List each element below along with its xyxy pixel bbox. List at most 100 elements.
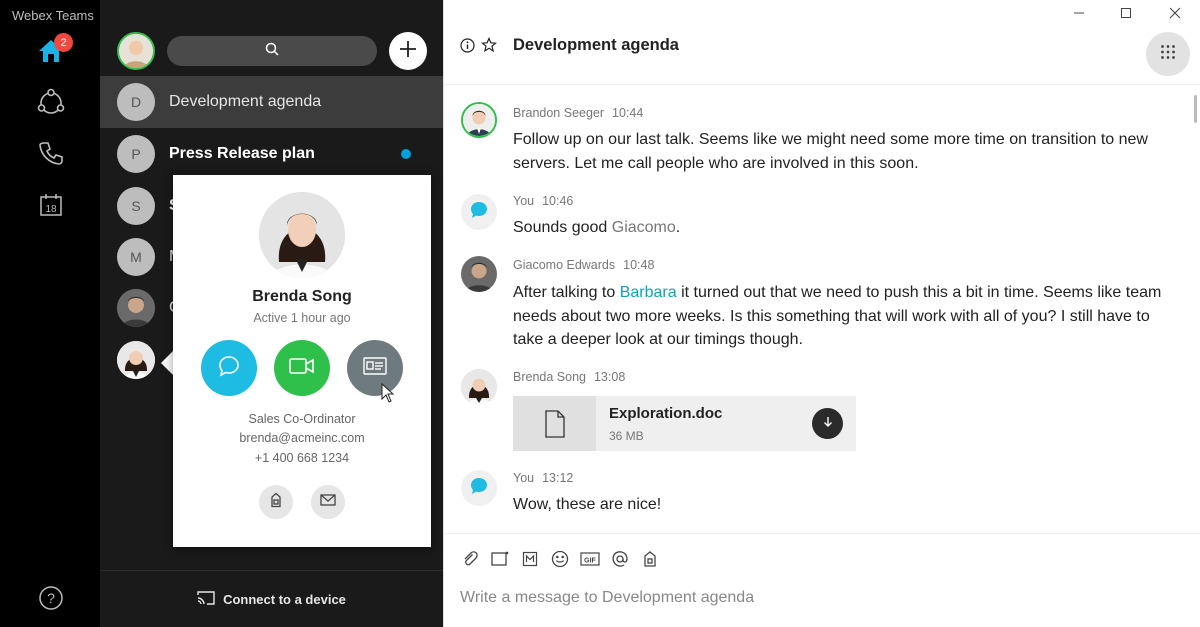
- cast-icon: [197, 590, 215, 608]
- avatar[interactable]: [461, 470, 497, 506]
- markdown-icon[interactable]: [520, 549, 540, 569]
- list-item-press-release-plan[interactable]: P Press Release plan: [100, 128, 443, 180]
- mention-link[interactable]: Giacomo: [612, 219, 676, 236]
- sender-name: You: [513, 194, 535, 208]
- contact-name: Brenda Song: [252, 288, 352, 305]
- connect-device-button[interactable]: Connect to a device: [100, 570, 443, 627]
- close-button[interactable]: [1160, 4, 1190, 26]
- message-text: After talking to Barbara it turned out t…: [513, 281, 1183, 352]
- contact-status: Active 1 hour ago: [253, 311, 351, 325]
- message-meta: Brandon Seeger 10:44: [513, 106, 643, 120]
- scrollbar[interactable]: [1194, 95, 1197, 123]
- document-icon: [513, 396, 596, 451]
- file-name: Exploration.doc: [609, 405, 723, 422]
- whiteboard-icon[interactable]: [490, 549, 510, 569]
- list-header: [100, 0, 443, 76]
- calendar-icon[interactable]: 18: [34, 188, 68, 222]
- star-icon[interactable]: [480, 36, 498, 54]
- mention-link[interactable]: Barbara: [620, 284, 677, 301]
- info-icon[interactable]: [458, 36, 476, 54]
- contact-title: Sales Co-Ordinator: [248, 412, 356, 426]
- my-avatar[interactable]: [117, 32, 155, 70]
- avatar[interactable]: [461, 194, 497, 230]
- download-button[interactable]: [812, 408, 843, 439]
- message-time: 13:08: [593, 370, 626, 384]
- person-avatar: [117, 341, 155, 379]
- contact-email[interactable]: brenda@acmeinc.com: [173, 431, 431, 445]
- emoji-icon[interactable]: [550, 549, 570, 569]
- new-space-button[interactable]: [389, 32, 427, 70]
- message-meta: You 13:12: [513, 471, 573, 485]
- video-icon: [289, 357, 315, 380]
- sender-name: You: [513, 471, 535, 485]
- sender-name: Brandon Seeger: [513, 106, 605, 120]
- lock-button[interactable]: [259, 485, 293, 519]
- download-icon: [822, 415, 834, 433]
- chat-icon: [217, 354, 241, 383]
- card-caret: [161, 351, 173, 375]
- apps-button[interactable]: [1146, 32, 1190, 76]
- connect-device-label: Connect to a device: [223, 591, 346, 607]
- contact-phone[interactable]: +1 400 668 1234: [173, 451, 431, 465]
- app-title: Webex Teams: [12, 8, 94, 23]
- maximize-button[interactable]: [1111, 4, 1141, 26]
- unread-indicator: [401, 149, 411, 159]
- mention-icon[interactable]: [610, 549, 630, 569]
- attach-icon[interactable]: [460, 549, 480, 569]
- message-time: 10:44: [612, 106, 644, 120]
- sender-name: Giacomo Edwards: [513, 258, 616, 272]
- phone-icon[interactable]: [34, 136, 68, 170]
- message-meta: Giacomo Edwards 10:48: [513, 258, 654, 272]
- message-meta: Brenda Song 13:08: [513, 370, 625, 384]
- message-input[interactable]: [460, 585, 1180, 611]
- message-text-part: .: [675, 219, 681, 236]
- message-text-part: After talking to: [513, 284, 620, 301]
- space-panel: Development agenda Brandon Seeger 10:44 F…: [443, 0, 1200, 627]
- message-text: Follow up on our last talk. Seems like w…: [513, 131, 1148, 172]
- message-time: 13:12: [542, 471, 574, 485]
- minimize-button[interactable]: [1064, 4, 1094, 26]
- contact-photo: [259, 192, 345, 278]
- chat-bubble-icon: [469, 200, 489, 225]
- teams-icon[interactable]: [34, 86, 68, 120]
- message-text: Wow, these are nice!: [513, 496, 662, 513]
- list-item-development-agenda[interactable]: D Development agenda: [100, 76, 443, 128]
- message-time: 10:48: [623, 258, 655, 272]
- calendar-day-label: 18: [45, 204, 57, 215]
- search-input[interactable]: [167, 36, 377, 66]
- email-button[interactable]: [311, 485, 345, 519]
- avatar[interactable]: [461, 256, 497, 292]
- message-text: Sounds good Giacomo.: [513, 216, 1183, 240]
- file-attachment[interactable]: Exploration.doc 36 MB: [513, 396, 856, 451]
- space-name: Development agenda: [169, 93, 322, 110]
- file-size: 36 MB: [609, 429, 644, 443]
- flag-icon[interactable]: [640, 549, 660, 569]
- space-avatar: D: [117, 83, 155, 121]
- avatar[interactable]: [461, 369, 497, 405]
- lock-icon: [269, 492, 283, 513]
- sender-name: Brenda Song: [513, 370, 586, 384]
- gif-icon[interactable]: GIF: [580, 549, 600, 569]
- contact-card: Brenda Song Active 1 hour ago Sales Co-O…: [173, 175, 431, 547]
- grid-icon: [1160, 44, 1176, 65]
- plus-icon: [399, 40, 417, 63]
- message-text-part: Sounds good: [513, 219, 612, 236]
- notification-badge: 2: [54, 33, 73, 52]
- space-avatar: M: [117, 238, 155, 276]
- header-divider: [444, 84, 1200, 85]
- mouse-cursor-icon: [381, 382, 395, 408]
- contact-card-icon: [363, 356, 387, 380]
- space-title: Development agenda: [513, 36, 679, 54]
- mail-icon: [320, 493, 336, 511]
- composer-divider: [444, 533, 1200, 534]
- message-meta: You 10:46: [513, 194, 573, 208]
- message-button[interactable]: [201, 340, 257, 396]
- avatar[interactable]: [461, 102, 497, 138]
- nav-rail: Webex Teams 2 18 ?: [0, 0, 100, 627]
- person-avatar: [117, 289, 155, 327]
- question-icon[interactable]: ?: [34, 581, 68, 615]
- video-call-button[interactable]: [274, 340, 330, 396]
- space-avatar: S: [117, 187, 155, 225]
- minimize-icon: [1073, 6, 1085, 24]
- close-icon: [1169, 6, 1181, 24]
